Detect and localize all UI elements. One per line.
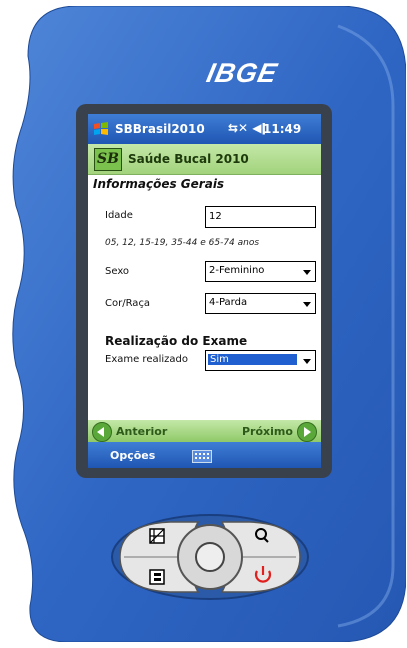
hardware-buttons <box>111 514 309 600</box>
arrow-right-icon[interactable] <box>297 422 317 442</box>
ibge-logo: IBGE <box>203 58 281 88</box>
cor-value: 4-Parda <box>209 297 248 308</box>
connectivity-icon[interactable]: ⇆✕ ◀ǀ <box>228 121 266 135</box>
app-header: SB Saúde Bucal 2010 <box>88 144 321 175</box>
sexo-value: 2-Feminino <box>209 265 265 276</box>
sb-logo: SB <box>94 148 122 171</box>
exame-value: Sim <box>208 354 297 365</box>
proximo-button[interactable]: Próximo <box>242 425 293 438</box>
screen: SBBrasil2010 ⇆✕ ◀ǀ 11:49 SB Saúde Bucal … <box>88 114 321 468</box>
cor-select[interactable]: 4-Parda <box>205 293 316 314</box>
windows-start-icon[interactable] <box>92 120 110 138</box>
section-title-informacoes: Informações Gerais <box>93 177 225 191</box>
exame-select[interactable]: Sim <box>205 350 316 371</box>
arrow-left-icon[interactable] <box>92 422 112 442</box>
sexo-select[interactable]: 2-Feminino <box>205 261 316 282</box>
exame-label: Exame realizado <box>105 354 189 365</box>
chevron-down-icon <box>303 270 311 275</box>
chevron-down-icon <box>303 359 311 364</box>
opcoes-menu[interactable]: Opções <box>110 449 155 462</box>
chevron-down-icon <box>303 302 311 307</box>
idade-hint: 05, 12, 15-19, 35-44 e 65-74 anos <box>105 238 260 248</box>
header-title: Saúde Bucal 2010 <box>128 152 249 166</box>
sexo-label: Sexo <box>105 266 130 277</box>
title-bar: SBBrasil2010 ⇆✕ ◀ǀ 11:49 <box>88 114 321 144</box>
clock[interactable]: 11:49 <box>263 122 301 136</box>
idade-label: Idade <box>105 210 133 221</box>
keyboard-icon[interactable] <box>192 450 212 463</box>
menu-bar: Opções <box>88 442 321 468</box>
app-title: SBBrasil2010 <box>115 122 205 136</box>
idade-input[interactable]: 12 <box>205 206 316 228</box>
calendar-icon[interactable] <box>149 528 165 544</box>
contacts-icon[interactable] <box>149 569 165 585</box>
dpad-center-button[interactable] <box>195 542 225 572</box>
section-title-exame: Realização do Exame <box>105 334 248 348</box>
nav-bar: Anterior Próximo <box>88 420 321 442</box>
cor-label: Cor/Raça <box>105 298 151 309</box>
anterior-button[interactable]: Anterior <box>116 425 167 438</box>
